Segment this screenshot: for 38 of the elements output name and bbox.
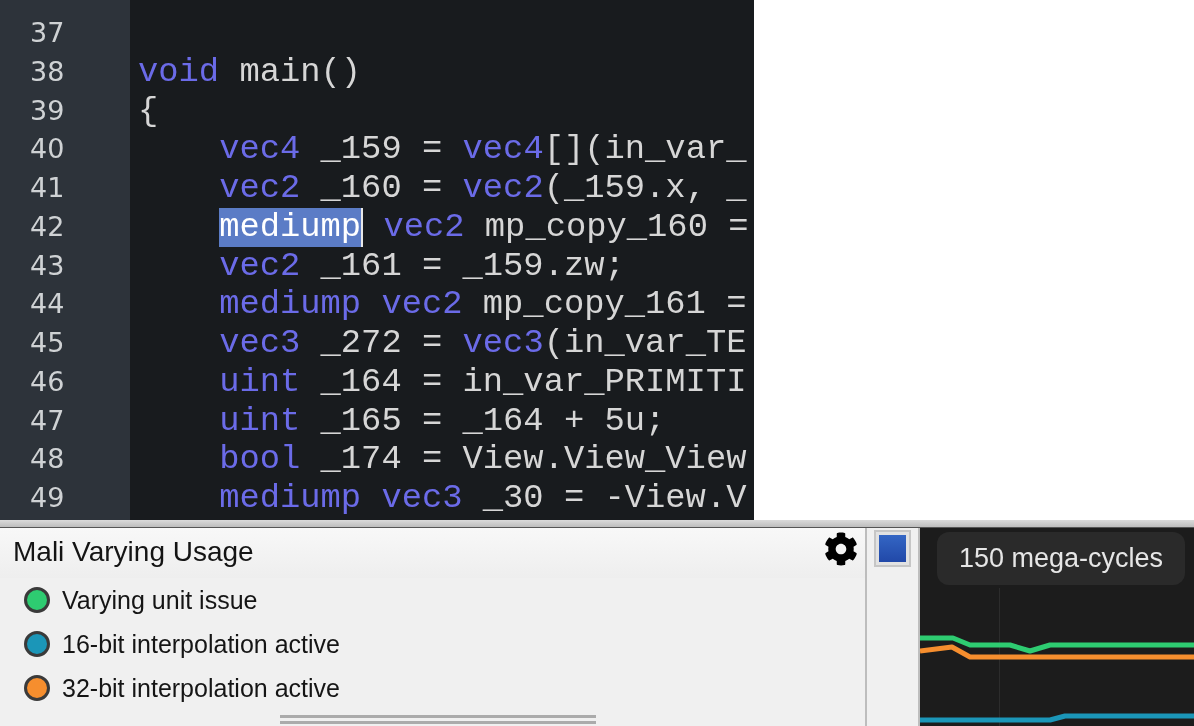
line-number: 42 [30, 209, 65, 244]
scale-label: 150 mega-cycles [937, 532, 1185, 585]
line-number: 43 [30, 248, 65, 283]
line-number: 44 [30, 287, 65, 322]
code-text: uint _164 = in_var_PRIMITI [219, 362, 747, 402]
code-text: void main() [138, 52, 362, 92]
line-number: 38 [30, 54, 65, 89]
code-text: uint _165 = _164 + 5u; [219, 401, 666, 441]
code-text: vec2 _161 = _159.zw; [219, 246, 625, 286]
splitter[interactable] [0, 520, 1194, 528]
scrollbar-thumb[interactable] [280, 715, 596, 724]
code-text: mediump vec2 mp_copy_161 = [219, 285, 747, 324]
line-number: 47 [30, 403, 65, 438]
code-editor[interactable] [0, 0, 754, 520]
line-number: 46 [30, 364, 65, 399]
swatch-button[interactable] [874, 530, 911, 567]
code-text: vec2 _160 = vec2(_159.x, _ [219, 169, 747, 208]
code-text: vec4 _159 = vec4[](in_var_ [219, 130, 747, 169]
line-number: 41 [30, 171, 65, 205]
line-number: 37 [30, 16, 65, 50]
line-number: 48 [30, 442, 65, 477]
code-text: vec2 mp_copy_160 = [382, 207, 749, 247]
code-text: mediump vec3 _30 = -View.V [219, 479, 747, 518]
line-number: 49 [30, 481, 65, 515]
selected-text: mediump [219, 207, 364, 247]
line-number: 39 [30, 93, 65, 128]
code-text: { [138, 91, 159, 131]
settings-button[interactable] [822, 530, 860, 568]
code-text: bool _174 = View.View_View [219, 440, 747, 479]
panel-title: Mali Varying Usage [13, 535, 254, 569]
swatch-icon [879, 535, 906, 562]
gear-icon [824, 532, 858, 566]
legend-label: Varying unit issue [62, 585, 258, 615]
line-number: 45 [30, 326, 65, 360]
line-number: 40 [30, 132, 65, 167]
code-text: vec3 _272 = vec3(in_var_TE [219, 324, 747, 363]
legend-label: 32-bit interpolation active [62, 673, 340, 703]
legend-label: 16-bit interpolation active [62, 629, 340, 659]
